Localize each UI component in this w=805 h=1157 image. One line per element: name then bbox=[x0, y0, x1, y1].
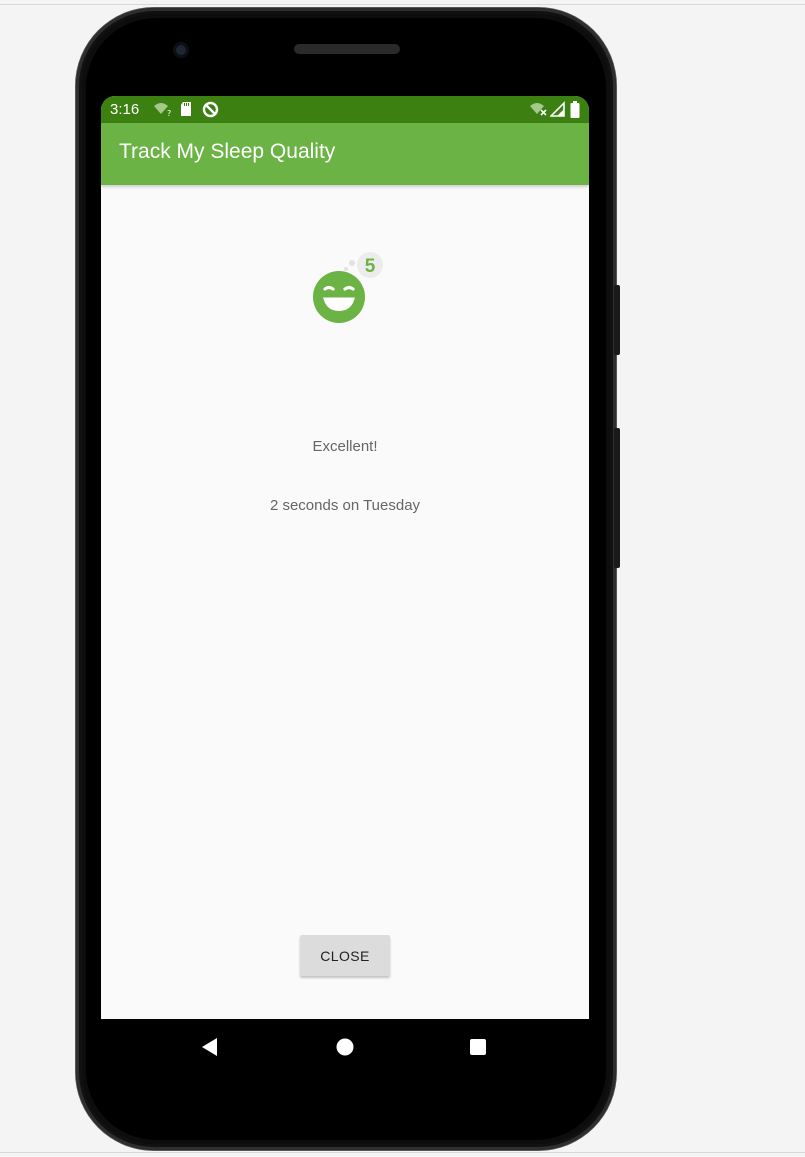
power-button[interactable] bbox=[614, 285, 620, 355]
sleep-face-5-icon: 5 bbox=[313, 252, 383, 323]
home-icon[interactable] bbox=[333, 1035, 357, 1059]
status-bar: 3:16 ? bbox=[101, 96, 589, 123]
app-title: Track My Sleep Quality bbox=[119, 140, 336, 163]
window-top-divider bbox=[0, 4, 805, 5]
quality-text: Excellent! bbox=[312, 438, 378, 455]
cellular-signal-icon bbox=[550, 101, 565, 117]
svg-text:?: ? bbox=[167, 109, 171, 117]
back-icon[interactable] bbox=[198, 1035, 222, 1059]
earpiece-speaker bbox=[294, 44, 400, 54]
wifi-x-icon bbox=[530, 103, 547, 116]
sleep-length-text: 2 seconds on Tuesday bbox=[269, 497, 421, 514]
quality-badge-number: 5 bbox=[365, 256, 376, 277]
wifi-question-icon: ? bbox=[154, 103, 171, 117]
sd-card-icon bbox=[181, 102, 191, 116]
front-camera bbox=[173, 42, 189, 58]
status-time: 3:16 bbox=[110, 101, 140, 118]
close-button[interactable]: CLOSE bbox=[300, 935, 390, 976]
navigation-bar bbox=[101, 1019, 589, 1075]
app-bar: Track My Sleep Quality bbox=[101, 123, 589, 185]
window-bottom-divider bbox=[0, 1152, 805, 1153]
device-screen: 3:16 ? Track My Sleep Quality 5 Excellen… bbox=[101, 96, 589, 1019]
sync-disabled-icon bbox=[202, 101, 219, 118]
battery-icon bbox=[570, 101, 580, 118]
volume-rocker[interactable] bbox=[614, 428, 620, 568]
recents-icon[interactable] bbox=[466, 1035, 490, 1059]
